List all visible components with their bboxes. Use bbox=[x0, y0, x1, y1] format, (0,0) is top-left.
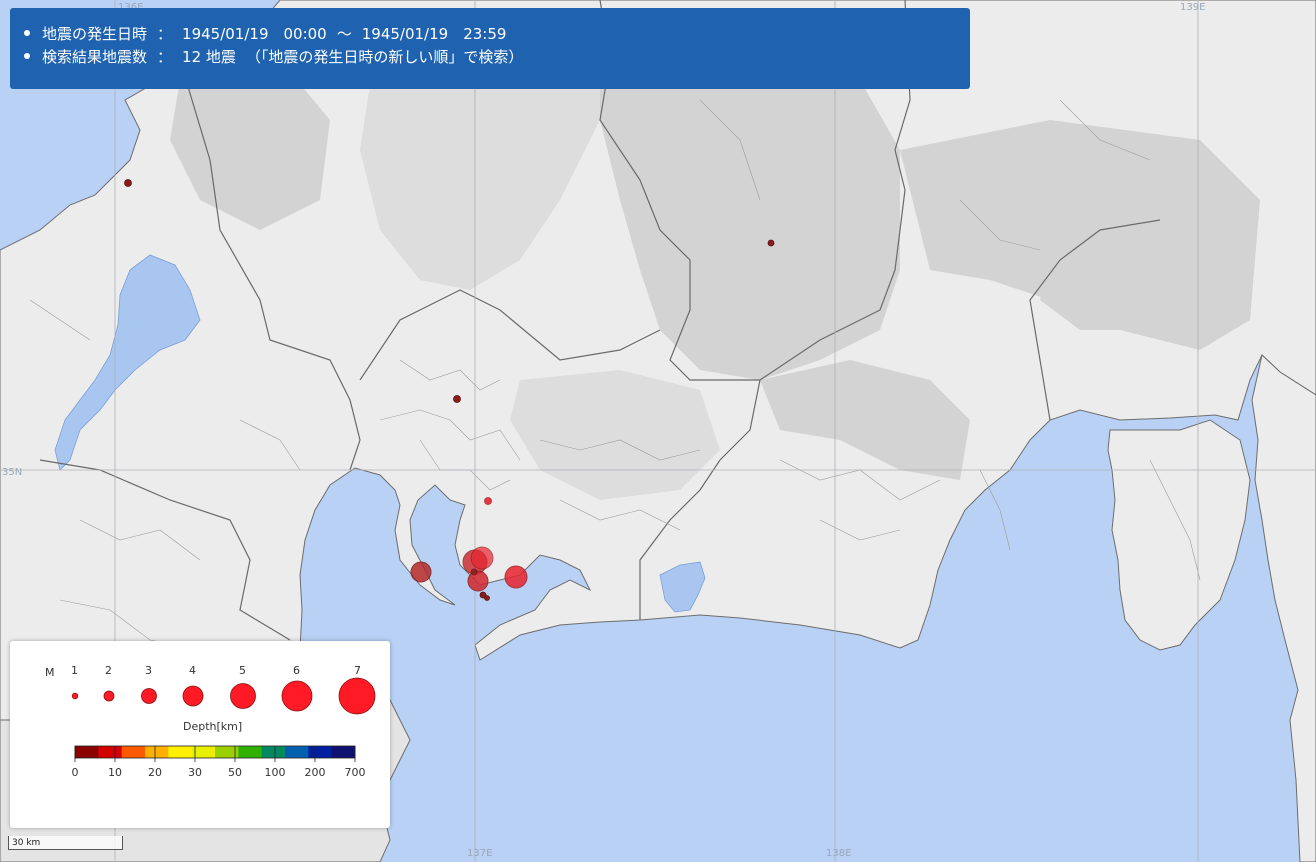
bullet-icon bbox=[24, 30, 30, 36]
count-value: 12 地震 bbox=[182, 48, 236, 66]
info-datetime-row: 地震の発生日時 ： 1945/01/19 00:00 ～ 1945/01/19 23:5… bbox=[24, 23, 970, 46]
lon-label-137e: 137E bbox=[467, 848, 492, 859]
legend-mag-4: 4 bbox=[189, 664, 196, 677]
info-count-row: 検索結果地震数 ： 12 地震 （「地震の発生日時の新しい順」で検索） bbox=[24, 46, 970, 69]
depth-color-bar bbox=[74, 745, 356, 762]
earthquake-marker[interactable] bbox=[470, 546, 494, 570]
depth-color-segment bbox=[285, 746, 309, 758]
depth-color-segment bbox=[261, 746, 286, 758]
earthquake-marker[interactable] bbox=[484, 595, 490, 601]
scale-bar-label: 30 km bbox=[12, 838, 41, 848]
earthquake-marker[interactable] bbox=[470, 568, 478, 576]
legend-circle-m5 bbox=[230, 683, 256, 709]
count-note: （「地震の発生日時の新しい順」で検索） bbox=[245, 48, 524, 66]
legend-mag-3: 3 bbox=[145, 664, 152, 677]
datetime-end: 1945/01/19 23:59 bbox=[361, 25, 507, 43]
earthquake-marker[interactable] bbox=[504, 565, 528, 589]
depth-tick-50: 50 bbox=[228, 766, 242, 779]
datetime-tilde: ～ bbox=[336, 25, 352, 43]
datetime-colon: ： bbox=[157, 25, 173, 43]
depth-tick-10: 10 bbox=[108, 766, 122, 779]
legend-circle-m4 bbox=[182, 685, 204, 707]
depth-tick-700: 700 bbox=[345, 766, 366, 779]
earthquake-marker[interactable] bbox=[124, 179, 132, 187]
count-colon: ： bbox=[157, 48, 173, 66]
earthquake-marker[interactable] bbox=[484, 497, 492, 505]
legend-m-label: M bbox=[45, 666, 55, 679]
search-info-panel: 地震の発生日時 ： 1945/01/19 00:00 ～ 1945/01/19 23:5… bbox=[10, 8, 970, 89]
datetime-start: 1945/01/19 00:00 bbox=[182, 25, 327, 43]
depth-color-segment bbox=[331, 746, 356, 758]
earthquake-marker[interactable] bbox=[467, 570, 489, 592]
lon-label-138e: 138E bbox=[826, 848, 851, 859]
lat-label-35n: 35N bbox=[2, 467, 22, 478]
datetime-label: 地震の発生日時 bbox=[42, 25, 148, 43]
map-legend: M 1 2 3 4 5 6 7 Depth[km] 0 10 20 30 50 … bbox=[10, 641, 390, 828]
legend-mag-1: 1 bbox=[71, 664, 78, 677]
depth-color-segment bbox=[238, 746, 263, 758]
depth-color-segment bbox=[75, 746, 99, 758]
legend-circle-m1 bbox=[71, 692, 79, 700]
legend-mag-7: 7 bbox=[354, 664, 361, 677]
legend-circle-m2 bbox=[103, 690, 115, 702]
earthquake-marker[interactable] bbox=[767, 239, 775, 247]
earthquake-marker[interactable] bbox=[410, 561, 432, 583]
count-label: 検索結果地震数 bbox=[42, 48, 148, 66]
legend-circle-m6 bbox=[281, 680, 313, 712]
legend-circle-m3 bbox=[141, 688, 157, 704]
depth-color-segment bbox=[145, 746, 169, 758]
lon-label-139e: 139E bbox=[1180, 2, 1205, 13]
earthquake-marker[interactable] bbox=[453, 395, 461, 403]
depth-tick-0: 0 bbox=[72, 766, 79, 779]
depth-color-segment bbox=[98, 746, 123, 758]
legend-mag-5: 5 bbox=[239, 664, 246, 677]
legend-circle-m7 bbox=[338, 677, 376, 715]
depth-color-segment bbox=[121, 746, 146, 758]
depth-color-segment bbox=[168, 746, 193, 758]
legend-depth-title: Depth[km] bbox=[183, 720, 242, 733]
legend-mag-2: 2 bbox=[105, 664, 112, 677]
depth-color-segment bbox=[308, 746, 333, 758]
depth-tick-100: 100 bbox=[265, 766, 286, 779]
bullet-icon bbox=[24, 53, 30, 59]
legend-mag-6: 6 bbox=[293, 664, 300, 677]
depth-tick-20: 20 bbox=[148, 766, 162, 779]
depth-tick-30: 30 bbox=[188, 766, 202, 779]
depth-tick-200: 200 bbox=[305, 766, 326, 779]
scale-bar: 30 km bbox=[8, 836, 123, 850]
